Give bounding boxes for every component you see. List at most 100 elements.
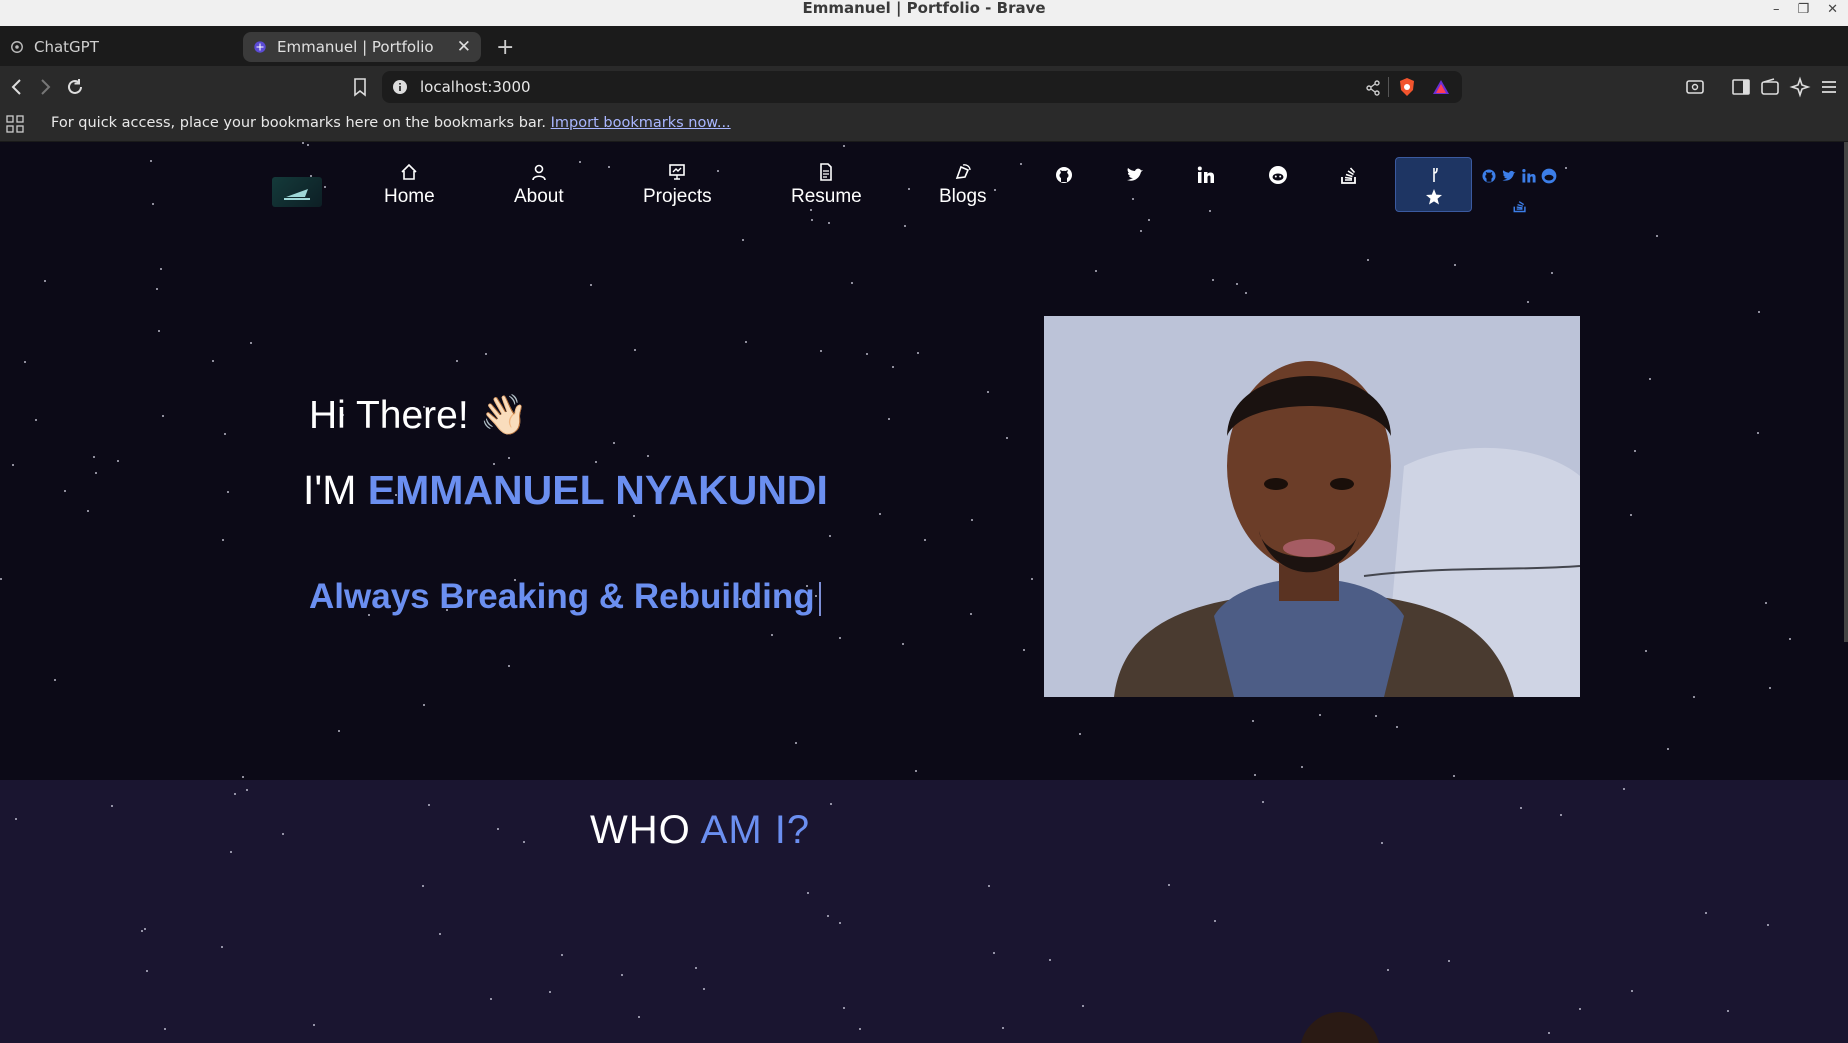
star-dot xyxy=(485,353,487,355)
star-dot xyxy=(54,679,56,681)
sidebar-icon[interactable] xyxy=(1730,76,1752,98)
tab-close-button[interactable]: ✕ xyxy=(457,37,471,57)
url-text: localhost:3000 xyxy=(420,78,531,96)
star-dot xyxy=(1693,696,1695,698)
github-star-button[interactable] xyxy=(1395,157,1472,212)
pen-icon xyxy=(955,164,971,179)
wallet-icon[interactable] xyxy=(1759,76,1781,98)
star-dot xyxy=(843,145,845,147)
im-prefix: I'M xyxy=(303,467,357,513)
twitter-icon[interactable] xyxy=(1124,164,1146,186)
back-icon[interactable] xyxy=(6,76,28,98)
brave-shields-icon[interactable] xyxy=(1398,77,1416,97)
star-dot xyxy=(561,954,563,956)
star-dot xyxy=(1758,311,1760,313)
openai-icon xyxy=(11,41,23,53)
star-dot xyxy=(313,1024,315,1026)
reading-list-icon[interactable] xyxy=(1684,76,1706,98)
star-dot xyxy=(1367,259,1369,261)
star-dot xyxy=(830,803,832,805)
nav-about[interactable]: About xyxy=(514,162,564,208)
star-dot xyxy=(242,776,244,778)
apps-grid-icon[interactable] xyxy=(6,115,24,133)
twitter-mini-icon[interactable] xyxy=(1500,167,1518,185)
star-dot xyxy=(1079,733,1081,735)
reload-icon[interactable] xyxy=(64,76,86,98)
star-dot xyxy=(282,833,284,835)
tab-portfolio[interactable]: Emmanuel | Portfolio ✕ xyxy=(243,32,481,62)
star-dot xyxy=(1319,714,1321,716)
fork-icon xyxy=(1433,167,1438,182)
star-dot xyxy=(1705,912,1707,914)
star-dot xyxy=(828,222,830,224)
star-dot xyxy=(324,186,326,188)
star-dot xyxy=(579,161,581,163)
star-dot xyxy=(227,491,229,493)
nav-projects[interactable]: Projects xyxy=(643,162,712,208)
nav-blogs[interactable]: Blogs xyxy=(939,162,987,208)
star-dot xyxy=(1023,649,1025,651)
stackoverflow-mini-icon[interactable] xyxy=(1511,196,1529,214)
star-dot xyxy=(1448,960,1450,962)
presentation-icon xyxy=(669,164,686,180)
nav-resume[interactable]: Resume xyxy=(791,162,862,208)
star-dot xyxy=(917,352,919,354)
star-dot xyxy=(158,330,160,332)
star-dot xyxy=(970,613,972,615)
menu-icon[interactable] xyxy=(1818,76,1840,98)
star-dot xyxy=(1765,602,1767,604)
star-dot xyxy=(1252,720,1254,722)
star-dot xyxy=(595,461,597,463)
page-scrollbar[interactable] xyxy=(1844,142,1848,642)
star-dot xyxy=(1565,167,1567,169)
tab-chatgpt[interactable]: ChatGPT xyxy=(0,32,238,62)
star-dot xyxy=(1631,990,1633,992)
star-dot xyxy=(230,851,232,853)
site-logo[interactable] xyxy=(272,177,322,207)
star-dot xyxy=(745,341,747,343)
github-icon[interactable] xyxy=(1053,164,1075,186)
about-heading: WHO AM I? xyxy=(590,808,810,853)
star-dot xyxy=(1082,1005,1084,1007)
info-icon[interactable] xyxy=(392,79,408,95)
forward-icon[interactable] xyxy=(34,76,56,98)
maximize-button[interactable]: ❐ xyxy=(1797,2,1809,17)
star-dot xyxy=(633,515,635,517)
star-dot xyxy=(810,209,812,211)
star-dot xyxy=(152,203,154,205)
star-dot xyxy=(1656,235,1658,237)
star-dot xyxy=(902,643,904,645)
star-dot xyxy=(703,988,705,990)
typewriter-value: Always Breaking & Rebuilding xyxy=(309,577,815,616)
bookmark-icon[interactable] xyxy=(350,76,370,98)
nav-home[interactable]: Home xyxy=(384,162,435,208)
star-dot xyxy=(1212,279,1214,281)
typewriter-text: Always Breaking & Rebuilding xyxy=(309,577,821,617)
star-dot xyxy=(523,841,525,843)
star-dot xyxy=(1551,272,1553,274)
wave-emoji: 👋🏻 xyxy=(479,394,529,437)
close-window-button[interactable]: ✕ xyxy=(1827,2,1838,17)
reddit-icon[interactable] xyxy=(1267,164,1289,186)
brave-rewards-icon[interactable] xyxy=(1432,78,1450,96)
reddit-mini-icon[interactable] xyxy=(1540,167,1558,185)
star-dot xyxy=(1095,270,1097,272)
share-icon[interactable] xyxy=(1364,79,1382,97)
linkedin-mini-icon[interactable] xyxy=(1520,167,1538,185)
star-dot xyxy=(1254,774,1256,776)
star-dot xyxy=(160,268,162,270)
import-bookmarks-link[interactable]: Import bookmarks now... xyxy=(551,115,731,131)
star-dot xyxy=(1049,959,1051,961)
star-dot xyxy=(224,433,226,435)
minimize-button[interactable]: – xyxy=(1773,2,1780,17)
linkedin-icon[interactable] xyxy=(1195,164,1217,186)
address-bar[interactable]: localhost:3000 xyxy=(382,71,1462,103)
github-mini-icon[interactable] xyxy=(1480,167,1498,185)
star-dot xyxy=(717,170,719,172)
star-dot xyxy=(64,490,66,492)
stackoverflow-icon[interactable] xyxy=(1338,164,1360,186)
new-tab-button[interactable]: + xyxy=(496,35,514,60)
leo-ai-icon[interactable] xyxy=(1789,76,1811,98)
nav-label: Resume xyxy=(791,186,862,207)
star-dot xyxy=(423,704,425,706)
